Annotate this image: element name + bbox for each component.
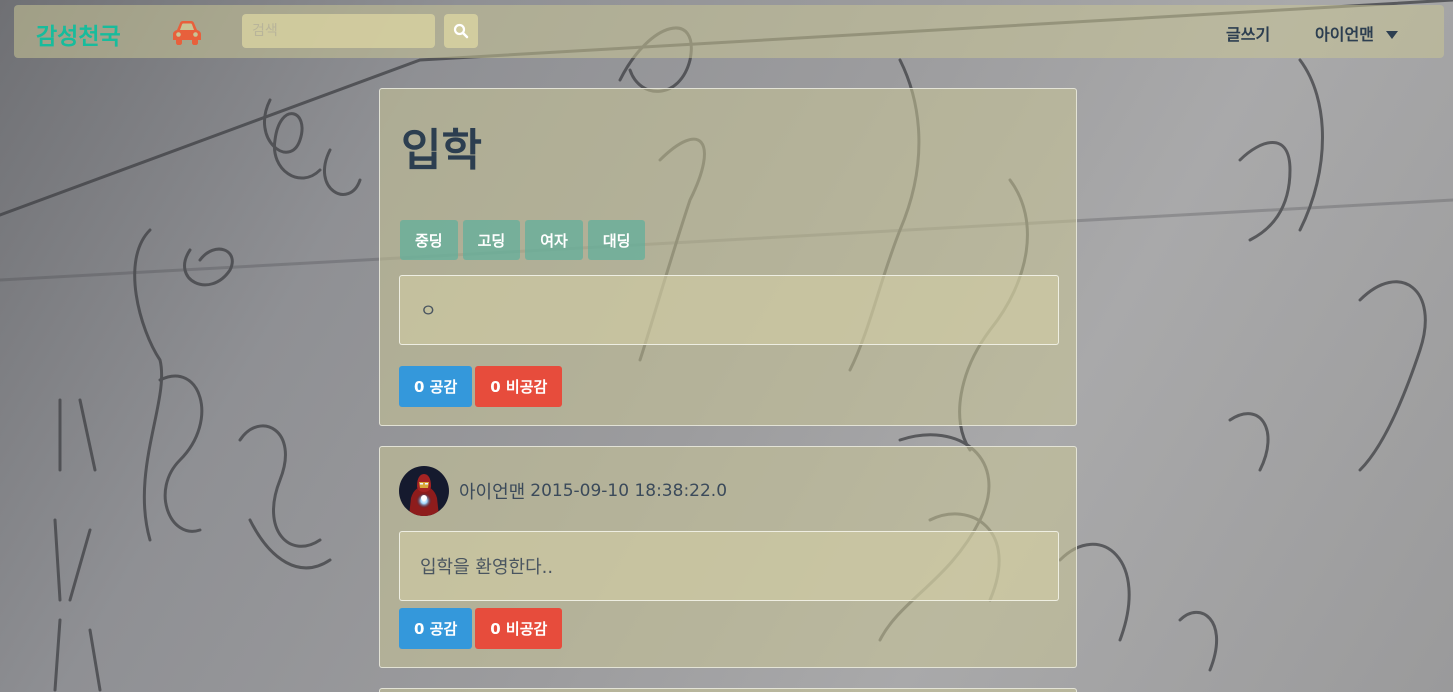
tag-item[interactable]: 여자 (525, 220, 583, 260)
search-input[interactable] (242, 14, 435, 48)
comment-card: 아이언맨 2015-09-10 18:38:22.0 입학을 환영한다.. 0 … (379, 446, 1077, 668)
user-menu-label: 아이언맨 (1315, 25, 1374, 44)
write-link[interactable]: 글쓰기 (1226, 21, 1270, 45)
tag-item[interactable]: 대딩 (587, 220, 646, 260)
tag-item[interactable]: 중딩 (400, 220, 458, 260)
like-button[interactable]: 0 공감 (399, 608, 473, 649)
ironman-avatar-image (399, 466, 449, 516)
dislike-button[interactable]: 0 비공감 (475, 608, 563, 649)
comment-timestamp: 2015-09-10 18:38:22.0 (530, 481, 728, 501)
user-menu-dropdown[interactable]: 아이언맨 (1315, 21, 1398, 45)
car-icon[interactable] (171, 18, 203, 46)
brand-logo[interactable]: 감성천국 (36, 17, 121, 51)
post-content: ㅇ (399, 275, 1059, 345)
tag-item[interactable]: 고딩 (462, 220, 521, 260)
post-vote-buttons: 0 공감 0 비공감 (399, 366, 563, 407)
top-navbar: 감성천국 글쓰기 아이언맨 (14, 5, 1444, 58)
comment-content: 입학을 환영한다.. (399, 531, 1059, 601)
search-button[interactable] (444, 14, 478, 48)
post-title: 입학 (401, 125, 482, 176)
post-card: 입학 중딩 고딩 여자 대딩 ㅇ 0 공감 0 비공감 (379, 88, 1077, 426)
dislike-button[interactable]: 0 비공감 (475, 366, 563, 407)
avatar[interactable] (399, 466, 449, 516)
comment-author[interactable]: 아이언맨 (459, 478, 525, 504)
comment-meta: 아이언맨 2015-09-10 18:38:22.0 (399, 466, 727, 516)
caret-down-icon (1385, 30, 1398, 39)
tag-list: 중딩 고딩 여자 대딩 (400, 220, 646, 260)
search-icon (453, 23, 469, 39)
comment-vote-buttons: 0 공감 0 비공감 (399, 608, 563, 649)
next-comment-card (379, 688, 1077, 692)
like-button[interactable]: 0 공감 (399, 366, 473, 407)
